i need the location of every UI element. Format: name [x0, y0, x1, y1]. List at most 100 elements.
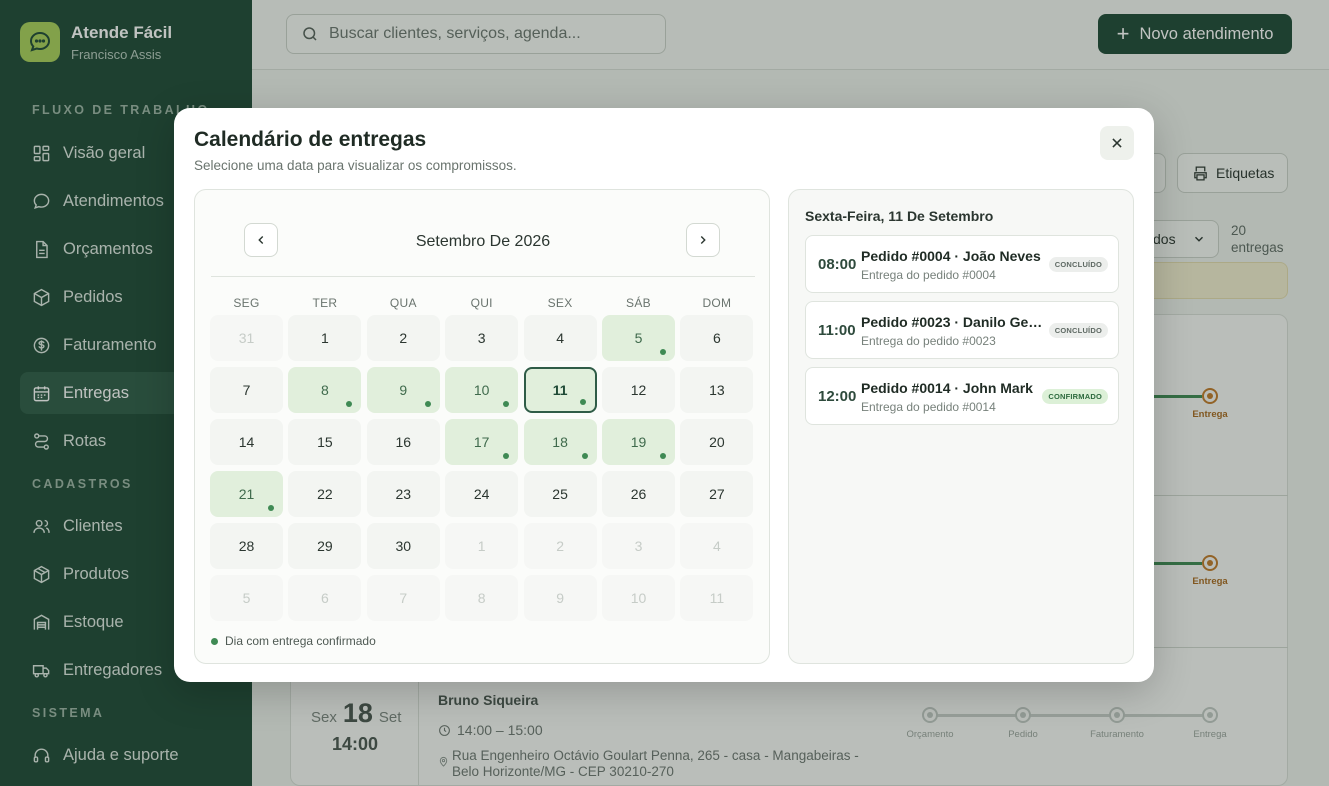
calendar-day[interactable]: 27 — [680, 471, 754, 517]
delivery-dot — [579, 399, 586, 405]
calendar-day-number: 10 — [630, 590, 647, 606]
calendar-day[interactable]: 21 — [210, 471, 283, 517]
close-button[interactable] — [1100, 126, 1134, 160]
calendar-day-number: 5 — [634, 330, 643, 346]
calendar-day[interactable]: 8 — [288, 367, 362, 413]
weekday-label: SEX — [547, 296, 573, 310]
calendar-day[interactable]: 10 — [602, 575, 675, 621]
calendar-day-selected[interactable]: 11 — [523, 367, 597, 413]
calendar-day-number: 8 — [477, 590, 486, 606]
calendar-day[interactable]: 25 — [523, 471, 597, 517]
calendar-day[interactable]: 9 — [523, 575, 597, 621]
calendar-day-number: 23 — [395, 486, 412, 502]
calendar-day[interactable]: 3 — [445, 315, 519, 361]
calendar-day[interactable]: 23 — [366, 471, 440, 517]
calendar-day[interactable]: 9 — [366, 367, 440, 413]
next-month-button[interactable] — [686, 223, 720, 257]
month-label: Setembro De 2026 — [415, 233, 551, 250]
status-badge: CONCLUÍDO — [1048, 257, 1108, 272]
calendar-day[interactable]: 2 — [523, 523, 597, 569]
calendar-day[interactable]: 14 — [210, 419, 283, 465]
delivery-dot — [581, 453, 588, 459]
calendar-day-number: 7 — [399, 590, 408, 606]
calendar-day-number: 16 — [395, 434, 412, 450]
calendar-day[interactable]: 18 — [523, 419, 597, 465]
calendar-day[interactable]: 1 — [445, 523, 519, 569]
calendar-day[interactable]: 1 — [288, 315, 362, 361]
calendar-day[interactable]: 16 — [366, 419, 440, 465]
calendar-day[interactable]: 29 — [288, 523, 362, 569]
calendar-day[interactable]: 4 — [680, 523, 754, 569]
calendar-day-number: 12 — [630, 382, 647, 398]
weekday-label: QUA — [389, 296, 417, 310]
calendar-day-number: 2 — [556, 538, 564, 554]
calendar-day[interactable]: 6 — [288, 575, 362, 621]
appointment-title: Pedido #0004 · João Neves — [861, 248, 1041, 264]
calendar-divider — [211, 276, 755, 277]
calendar-day-number: 3 — [634, 538, 643, 554]
calendar-day-number: 24 — [473, 486, 490, 502]
calendar-day-number: 20 — [709, 434, 725, 450]
calendar-day[interactable]: 17 — [445, 419, 519, 465]
appointment-card[interactable]: 12:00 Pedido #0014 · John Mark Entrega do … — [805, 367, 1119, 425]
delivery-dot — [268, 505, 274, 511]
appointment-card[interactable]: 11:00 Pedido #0023 · Danilo Gen... Entrega… — [805, 301, 1119, 359]
calendar-day-number: 19 — [630, 434, 647, 450]
calendar-day[interactable]: 8 — [445, 575, 519, 621]
calendar-legend: Dia com entrega confirmado — [211, 634, 376, 648]
calendar-day-number: 31 — [238, 330, 255, 346]
calendar-day-number: 9 — [556, 590, 564, 606]
calendar-day[interactable]: 15 — [288, 419, 362, 465]
weekday-label: DOM — [702, 296, 732, 310]
calendar-day[interactable]: 7 — [210, 367, 283, 413]
calendar-day-number: 21 — [238, 486, 255, 502]
calendar-day[interactable]: 26 — [602, 471, 675, 517]
modal-title: Calendário de entregas — [194, 128, 427, 151]
calendar-day-number: 10 — [473, 382, 490, 398]
appointment-time: 11:00 — [818, 322, 856, 339]
calendar-day[interactable]: 6 — [680, 315, 754, 361]
calendar-day[interactable]: 3 — [602, 523, 675, 569]
calendar-day[interactable]: 10 — [445, 367, 519, 413]
calendar-day-number: 2 — [399, 330, 408, 346]
delivery-dot — [346, 401, 353, 407]
calendar-day[interactable]: 11 — [680, 575, 754, 621]
calendar-day-number: 1 — [320, 330, 329, 346]
calendar-day-number: 17 — [473, 434, 490, 450]
calendar-day-number: 9 — [399, 382, 408, 398]
calendar-day[interactable]: 5 — [602, 315, 675, 361]
calendar-day-number: 22 — [317, 486, 333, 502]
calendar-day[interactable]: 12 — [602, 367, 675, 413]
calendar-day[interactable]: 19 — [602, 419, 675, 465]
appointment-subtitle: Entrega do pedido #0014 — [861, 400, 996, 414]
calendar-day-number: 13 — [709, 382, 725, 398]
appointment-card[interactable]: 08:00 Pedido #0004 · João Neves Entrega do… — [805, 235, 1119, 293]
calendar-day-number: 28 — [238, 538, 255, 554]
appointment-title: Pedido #0023 · Danilo Gen... — [861, 314, 1046, 330]
calendar-day[interactable]: 7 — [366, 575, 440, 621]
legend-dot — [211, 637, 218, 645]
delivery-calendar-modal: Calendário de entregas Selecione uma dat… — [174, 108, 1154, 682]
calendar-day[interactable]: 4 — [523, 315, 597, 361]
calendar-day[interactable]: 2 — [366, 315, 440, 361]
calendar-day[interactable]: 31 — [210, 315, 283, 361]
delivery-dot — [503, 453, 510, 459]
status-badge: CONCLUÍDO — [1048, 323, 1108, 338]
weekday-label: QUI — [470, 296, 493, 310]
calendar-day[interactable]: 24 — [445, 471, 519, 517]
close-icon — [1112, 138, 1122, 148]
chevron-right-icon — [700, 236, 706, 244]
calendar-day-number: 29 — [317, 538, 333, 554]
calendar-day[interactable]: 20 — [680, 419, 754, 465]
calendar-day[interactable]: 22 — [288, 471, 362, 517]
calendar-day-number: 11 — [709, 590, 725, 606]
calendar-day[interactable]: 30 — [366, 523, 440, 569]
calendar-day[interactable]: 28 — [210, 523, 283, 569]
calendar-day-number: 3 — [477, 330, 486, 346]
calendar-day-number: 11 — [552, 382, 568, 398]
calendar-day[interactable]: 13 — [680, 367, 754, 413]
calendar-day[interactable]: 5 — [210, 575, 283, 621]
appointment-time: 08:00 — [818, 256, 857, 273]
appointment-time: 12:00 — [818, 388, 857, 405]
calendar-day-number: 8 — [320, 382, 329, 398]
